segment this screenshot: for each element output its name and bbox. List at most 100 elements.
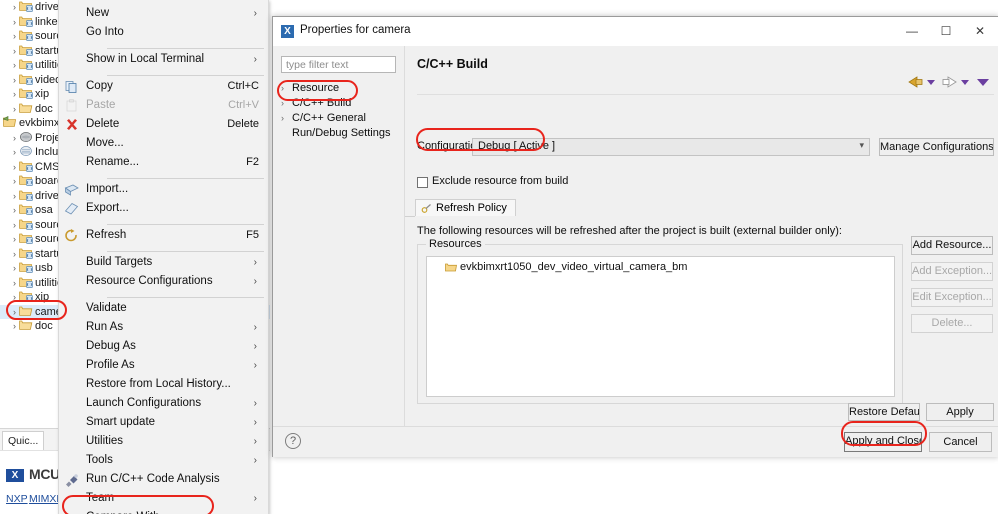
nav-item-run-debug-settings[interactable]: Run/Debug Settings: [281, 126, 390, 141]
nav-expand-arrow-icon[interactable]: ›: [281, 81, 292, 96]
dialog-footer: ? Apply and Close Cancel: [273, 426, 998, 457]
menu-item-launch-configurations[interactable]: Launch Configurations ›: [59, 394, 268, 413]
apply-button[interactable]: Apply: [926, 403, 994, 421]
menu-item-debug-as[interactable]: Debug As ›: [59, 337, 268, 356]
submenu-arrow-icon: ›: [253, 398, 257, 409]
tree-expand-arrow-icon[interactable]: ›: [10, 305, 19, 320]
submenu-arrow-icon: ›: [253, 360, 257, 371]
menu-item-import[interactable]: Import...: [59, 180, 268, 199]
menu-item-copy[interactable]: Copy Ctrl+C: [59, 77, 268, 96]
menu-item-tools[interactable]: Tools ›: [59, 451, 268, 470]
menu-item-show-in-local-terminal[interactable]: Show in Local Terminal ›: [59, 50, 268, 69]
menu-item-team[interactable]: Team ›: [59, 489, 268, 508]
brand-link-nxp[interactable]: NXP: [6, 493, 28, 505]
tree-expand-arrow-icon[interactable]: ›: [10, 29, 19, 44]
context-menu[interactable]: New › Go Into Show in Local Terminal › Copy Ct…: [58, 0, 269, 514]
filter-input[interactable]: type filter text: [281, 56, 396, 73]
nav-item-resource[interactable]: › Resource: [281, 81, 339, 96]
menu-item-build-targets[interactable]: Build Targets ›: [59, 253, 268, 272]
submenu-arrow-icon: ›: [253, 322, 257, 333]
resource-list-item[interactable]: evkbimxrt1050_dev_video_virtual_camera_b…: [445, 261, 687, 275]
title-divider: [417, 94, 994, 95]
menu-separator: [107, 224, 264, 225]
tree-expand-arrow-icon[interactable]: ›: [10, 218, 19, 233]
tree-expand-arrow-icon[interactable]: ›: [10, 261, 19, 276]
submenu-arrow-icon: ›: [253, 276, 257, 287]
nav-item-label: Resource: [292, 82, 340, 94]
tree-expand-arrow-icon[interactable]: ›: [10, 102, 19, 117]
tree-expand-arrow-icon[interactable]: ›: [10, 87, 19, 102]
tree-expand-arrow-icon[interactable]: ›: [10, 0, 19, 15]
resources-list[interactable]: evkbimxrt1050_dev_video_virtual_camera_b…: [426, 256, 895, 397]
page-history-nav[interactable]: [904, 74, 990, 90]
tree-expand-arrow-icon[interactable]: ›: [10, 189, 19, 204]
tree-expand-arrow-icon[interactable]: ›: [10, 15, 19, 30]
restore-defaults-button[interactable]: Restore Defaults: [848, 403, 920, 421]
apply-and-close-button[interactable]: Apply and Close: [844, 432, 922, 452]
tree-expand-arrow-icon[interactable]: ›: [10, 131, 19, 146]
tree-item-label: xip: [35, 291, 50, 303]
menu-item-compare-with[interactable]: Compare With ›: [59, 508, 268, 514]
tree-expand-arrow-icon[interactable]: ›: [10, 232, 19, 247]
add-resource-button[interactable]: Add Resource...: [911, 236, 993, 255]
menu-item-run-c-c-code-analysis[interactable]: Run C/C++ Code Analysis: [59, 470, 268, 489]
menu-separator: [107, 48, 264, 49]
menu-item-go-into[interactable]: Go Into: [59, 23, 268, 42]
close-button[interactable]: ✕: [963, 17, 997, 45]
edit-exception-button: Edit Exception...: [911, 288, 993, 307]
menu-item-resource-configurations[interactable]: Resource Configurations ›: [59, 272, 268, 291]
manage-configurations-button[interactable]: Manage Configurations...: [879, 138, 994, 156]
menu-item-delete[interactable]: Delete Delete: [59, 115, 268, 134]
tree-expand-arrow-icon[interactable]: ›: [10, 58, 19, 73]
properties-dialog: X Properties for camera — ☐ ✕ type filte…: [272, 16, 998, 457]
menu-item-run-as[interactable]: Run As ›: [59, 318, 268, 337]
view-tab-0[interactable]: Quic...: [2, 431, 45, 451]
maximize-button[interactable]: ☐: [929, 17, 963, 45]
menu-item-move[interactable]: Move...: [59, 134, 268, 153]
tree-expand-arrow-icon[interactable]: ›: [10, 160, 19, 175]
menu-item-restore-from-local-history[interactable]: Restore from Local History...: [59, 375, 268, 394]
menu-item-profile-as[interactable]: Profile As ›: [59, 356, 268, 375]
project-icon: [3, 116, 17, 128]
menu-item-refresh[interactable]: Refresh F5: [59, 226, 268, 245]
cancel-button[interactable]: Cancel: [929, 432, 992, 452]
menu-item-label: Launch Configurations: [86, 397, 202, 409]
tree-expand-arrow-icon[interactable]: ›: [10, 319, 19, 334]
minimize-button[interactable]: —: [895, 17, 929, 45]
folder-src-icon: [19, 174, 33, 186]
tree-expand-arrow-icon[interactable]: ›: [10, 203, 19, 218]
menu-item-rename[interactable]: Rename... F2: [59, 153, 268, 172]
configuration-value: Debug [ Active ]: [478, 140, 556, 152]
nav-arrows-icon[interactable]: [904, 74, 990, 90]
paste-icon: [64, 99, 80, 113]
resources-group-label: Resources: [426, 238, 485, 250]
tree-expand-arrow-icon[interactable]: ›: [10, 247, 19, 262]
menu-item-smart-update[interactable]: Smart update ›: [59, 413, 268, 432]
menu-item-export[interactable]: Export...: [59, 199, 268, 218]
help-icon[interactable]: ?: [285, 433, 301, 449]
tree-expand-arrow-icon[interactable]: ›: [10, 276, 19, 291]
menu-item-label: Tools: [86, 454, 113, 466]
nav-expand-arrow-icon[interactable]: ›: [281, 111, 292, 126]
tree-expand-arrow-icon[interactable]: ›: [10, 290, 19, 305]
exclude-resource-label[interactable]: Exclude resource from build: [432, 175, 568, 187]
nav-expand-arrow-icon[interactable]: ›: [281, 96, 292, 111]
add-exception-button: Add Exception...: [911, 262, 993, 281]
restore-defaults-label: Restore Defaults: [849, 406, 920, 418]
tree-expand-arrow-icon[interactable]: ›: [10, 174, 19, 189]
tree-expand-arrow-icon[interactable]: ›: [10, 145, 19, 160]
tree-expand-arrow-icon[interactable]: ›: [10, 73, 19, 88]
tab-strip: Refresh Policy: [415, 199, 994, 216]
nav-item-c-c-build[interactable]: › C/C++ Build: [281, 96, 351, 111]
menu-item-new[interactable]: New ›: [59, 4, 268, 23]
exclude-resource-checkbox[interactable]: [417, 177, 428, 188]
folder-src-icon: [19, 276, 33, 288]
configuration-select[interactable]: Debug [ Active ] ▾: [472, 138, 870, 156]
menu-item-utilities[interactable]: Utilities ›: [59, 432, 268, 451]
tab-refresh-policy[interactable]: Refresh Policy: [415, 199, 516, 216]
tree-expand-arrow-icon[interactable]: ›: [10, 44, 19, 59]
menu-separator: [107, 178, 264, 179]
folder-src-icon: [19, 247, 33, 259]
nav-item-c-c-general[interactable]: › C/C++ General: [281, 111, 366, 126]
menu-item-validate[interactable]: Validate: [59, 299, 268, 318]
